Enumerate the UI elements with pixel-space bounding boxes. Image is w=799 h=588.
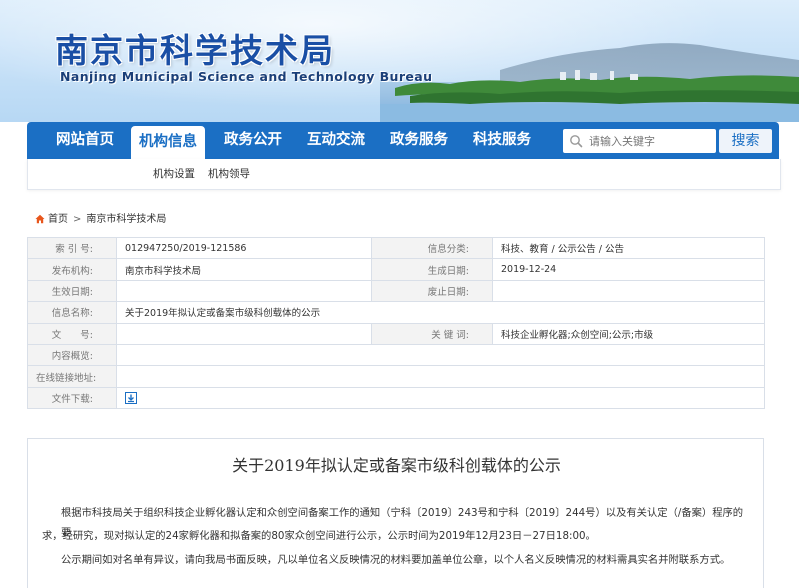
- download-icon[interactable]: [125, 391, 137, 404]
- table-row: 文件下载:: [27, 386, 765, 410]
- keywords-value: 科技企业孵化器;众创空间;公示;市级: [492, 322, 765, 345]
- nav-item-org-info[interactable]: 机构信息: [131, 126, 205, 159]
- online-link-value: [116, 365, 765, 388]
- table-row: 内容概览:: [27, 343, 765, 367]
- keywords-label: 关 键 词:: [371, 322, 493, 345]
- table-row: 文 号: 关 键 词: 科技企业孵化器;众创空间;公示;市级: [27, 322, 765, 345]
- search-input[interactable]: [589, 129, 713, 153]
- search-box: [563, 129, 716, 153]
- created-date-label: 生成日期:: [371, 258, 493, 281]
- home-icon: [35, 214, 45, 224]
- effective-date-label: 生效日期:: [27, 279, 117, 303]
- overview-value: [116, 343, 765, 367]
- info-name-label: 信息名称:: [27, 301, 117, 324]
- subnav-item-org-leaders[interactable]: 机构领导: [208, 166, 250, 181]
- breadcrumb-home[interactable]: 首页: [48, 214, 68, 225]
- effective-date-value: [116, 279, 372, 303]
- table-row: 索 引 号: 012947250/2019-121586 信息分类: 科技、教育…: [27, 236, 765, 260]
- category-label: 信息分类:: [371, 236, 493, 260]
- breadcrumb-current[interactable]: 南京市科学技术局: [86, 214, 166, 225]
- article-paragraph-line: 求，经研究，现对拟认定的24家孵化器和拟备案的80家众创空间进行公示，公示时间为…: [42, 530, 596, 542]
- table-row: 在线链接地址:: [27, 365, 765, 388]
- site-title: 南京市科学技术局: [55, 31, 335, 70]
- doc-number-label: 文 号:: [27, 322, 117, 345]
- nav-item-interaction[interactable]: 互动交流: [298, 122, 374, 159]
- search-icon: [570, 135, 583, 148]
- nav-item-tech-services[interactable]: 科技服务: [464, 122, 540, 159]
- nav-item-gov-services[interactable]: 政务服务: [381, 122, 457, 159]
- table-row: 发布机构: 南京市科学技术局 生成日期: 2019-12-24: [27, 258, 765, 281]
- created-date-value: 2019-12-24: [492, 258, 765, 281]
- table-row: 生效日期: 废止日期:: [27, 279, 765, 303]
- abolished-date-value: [492, 279, 765, 303]
- publisher-value: 南京市科学技术局: [116, 258, 372, 281]
- online-link-label: 在线链接地址:: [27, 365, 117, 388]
- info-name-value: 关于2019年拟认定或备案市级科创载体的公示: [116, 301, 765, 324]
- doc-number-value: [116, 322, 372, 345]
- search-button[interactable]: 搜索: [719, 129, 772, 153]
- info-table: 索 引 号: 012947250/2019-121586 信息分类: 科技、教育…: [27, 236, 765, 410]
- site-subtitle: Nanjing Municipal Science and Technology…: [60, 69, 433, 84]
- category-value: 科技、教育 / 公示公告 / 公告: [492, 236, 765, 260]
- article: 关于2019年拟认定或备案市级科创载体的公示 根据市科技局关于组织科技企业孵化器…: [27, 438, 764, 588]
- header-banner: 南京市科学技术局 Nanjing Municipal Science and T…: [0, 0, 799, 122]
- index-value: 012947250/2019-121586: [116, 236, 372, 260]
- subnav-item-org-setup[interactable]: 机构设置: [153, 166, 195, 181]
- index-label: 索 引 号:: [27, 236, 117, 260]
- nav-item-home[interactable]: 网站首页: [47, 122, 123, 159]
- publisher-label: 发布机构:: [27, 258, 117, 281]
- file-download-cell: [116, 386, 765, 410]
- table-row: 信息名称: 关于2019年拟认定或备案市级科创载体的公示: [27, 301, 765, 324]
- sub-nav: 机构设置 机构领导: [27, 159, 781, 190]
- overview-label: 内容概览:: [27, 343, 117, 367]
- article-paragraph: 公示期间如对名单有异议，请向我局书面反映，凡以单位名义反映情况的材料要加盖单位公…: [61, 554, 731, 566]
- abolished-date-label: 废止日期:: [371, 279, 493, 303]
- file-download-label: 文件下载:: [27, 386, 117, 410]
- breadcrumb-separator: >: [73, 214, 82, 225]
- article-title: 关于2019年拟认定或备案市级科创载体的公示: [232, 456, 561, 475]
- nav-item-gov-affairs[interactable]: 政务公开: [215, 122, 291, 159]
- breadcrumb: 首页 > 南京市科学技术局: [35, 213, 166, 227]
